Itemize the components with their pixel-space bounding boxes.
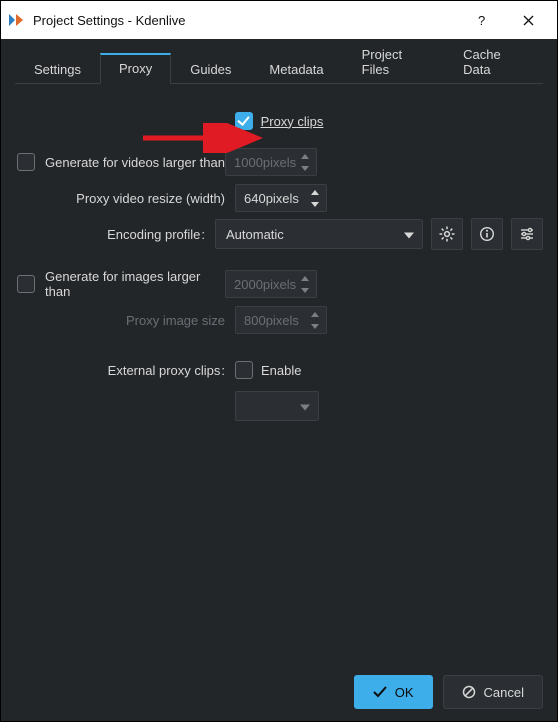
- img-size-row: Proxy image size 800pixels: [15, 304, 543, 336]
- cancel-label: Cancel: [484, 685, 524, 700]
- gen-video-check-group: Generate for videos larger than: [15, 153, 225, 171]
- dialog-footer: OK Cancel: [354, 675, 543, 709]
- spin-arrows: [298, 273, 312, 295]
- spin-arrows: [308, 309, 322, 331]
- cancel-icon: [462, 685, 476, 699]
- ext-proxy-label: External proxy clips: [15, 363, 235, 378]
- resize-spin[interactable]: 640pixels: [235, 184, 327, 212]
- tab-cache-data[interactable]: Cache Data: [444, 39, 543, 84]
- spin-down-icon[interactable]: [308, 321, 322, 331]
- img-size-label: Proxy image size: [15, 313, 235, 328]
- close-button[interactable]: [505, 4, 551, 36]
- tab-settings[interactable]: Settings: [15, 54, 100, 84]
- gen-video-label: Generate for videos larger than: [45, 155, 225, 170]
- proxy-panel: Proxy clips Generate for videos larger t…: [1, 84, 557, 422]
- gen-video-checkbox[interactable]: [17, 153, 35, 171]
- spin-down-icon[interactable]: [308, 199, 322, 209]
- tab-project-files[interactable]: Project Files: [343, 39, 444, 84]
- help-button[interactable]: ?: [459, 4, 505, 36]
- gen-image-checkbox[interactable]: [17, 275, 35, 293]
- gen-image-label: Generate for images larger than: [45, 269, 225, 299]
- encoding-select[interactable]: Automatic: [215, 219, 423, 249]
- tab-label: Cache Data: [463, 47, 501, 77]
- spin-arrows: [298, 151, 312, 173]
- titlebar: Project Settings - Kdenlive ?: [1, 1, 557, 39]
- ext-proxy-select[interactable]: [235, 391, 319, 421]
- chevron-down-icon: [300, 399, 310, 414]
- spin-down-icon[interactable]: [298, 285, 312, 295]
- tabbar: Settings Proxy Guides Metadata Project F…: [15, 51, 543, 84]
- chevron-down-icon: [404, 227, 414, 242]
- resize-row: Proxy video resize (width) 640pixels: [15, 182, 543, 214]
- encoding-label: Encoding profile: [15, 227, 215, 242]
- tab-label: Settings: [34, 62, 81, 77]
- gen-video-row: Generate for videos larger than 1000pixe…: [15, 146, 543, 178]
- gen-image-row: Generate for images larger than 2000pixe…: [15, 268, 543, 300]
- spin-up-icon[interactable]: [308, 187, 322, 197]
- img-size-spin[interactable]: 800pixels: [235, 306, 327, 334]
- proxy-clips-label[interactable]: Proxy clips: [261, 114, 324, 129]
- cancel-button[interactable]: Cancel: [443, 675, 543, 709]
- tab-proxy[interactable]: Proxy: [100, 53, 171, 84]
- gen-image-check-group: Generate for images larger than: [15, 269, 225, 299]
- gen-video-value: 1000pixels: [234, 155, 296, 170]
- ext-select-row: [15, 390, 543, 422]
- spin-up-icon[interactable]: [298, 151, 312, 161]
- tab-label: Proxy: [119, 61, 152, 76]
- gen-image-spin[interactable]: 2000pixels: [225, 270, 317, 298]
- tab-label: Guides: [190, 62, 231, 77]
- ok-label: OK: [395, 685, 414, 700]
- encoding-sliders-button[interactable]: [511, 218, 543, 250]
- tab-label: Metadata: [269, 62, 323, 77]
- kdenlive-icon: [7, 11, 25, 29]
- gen-image-value: 2000pixels: [234, 277, 296, 292]
- resize-label: Proxy video resize (width): [15, 191, 235, 206]
- content-area: Settings Proxy Guides Metadata Project F…: [1, 39, 557, 721]
- check-icon: [373, 686, 387, 698]
- tab-label: Project Files: [362, 47, 402, 77]
- encoding-row: Encoding profile Automatic: [15, 218, 543, 250]
- spin-up-icon[interactable]: [308, 309, 322, 319]
- proxy-clips-checkbox[interactable]: [235, 112, 253, 130]
- ext-enable-checkbox[interactable]: [235, 361, 253, 379]
- window-title: Project Settings - Kdenlive: [33, 13, 459, 28]
- ext-proxy-row: External proxy clips Enable: [15, 354, 543, 386]
- tab-guides[interactable]: Guides: [171, 54, 250, 84]
- img-size-value: 800pixels: [244, 313, 299, 328]
- tab-metadata[interactable]: Metadata: [250, 54, 342, 84]
- encoding-value: Automatic: [226, 227, 284, 242]
- resize-value: 640pixels: [244, 191, 299, 206]
- svg-text:?: ?: [478, 13, 485, 27]
- project-settings-window: Project Settings - Kdenlive ? Settings P…: [0, 0, 558, 722]
- encoding-info-button[interactable]: [471, 218, 503, 250]
- ext-enable-label: Enable: [261, 363, 301, 378]
- ok-button[interactable]: OK: [354, 675, 433, 709]
- spin-up-icon[interactable]: [298, 273, 312, 283]
- proxy-clips-row: Proxy clips: [15, 112, 543, 130]
- spin-down-icon[interactable]: [298, 163, 312, 173]
- spin-arrows: [308, 187, 322, 209]
- info-icon: [479, 226, 495, 242]
- encoding-config-button[interactable]: [431, 218, 463, 250]
- sliders-icon: [519, 226, 535, 242]
- gen-video-spin[interactable]: 1000pixels: [225, 148, 317, 176]
- gear-icon: [439, 226, 455, 242]
